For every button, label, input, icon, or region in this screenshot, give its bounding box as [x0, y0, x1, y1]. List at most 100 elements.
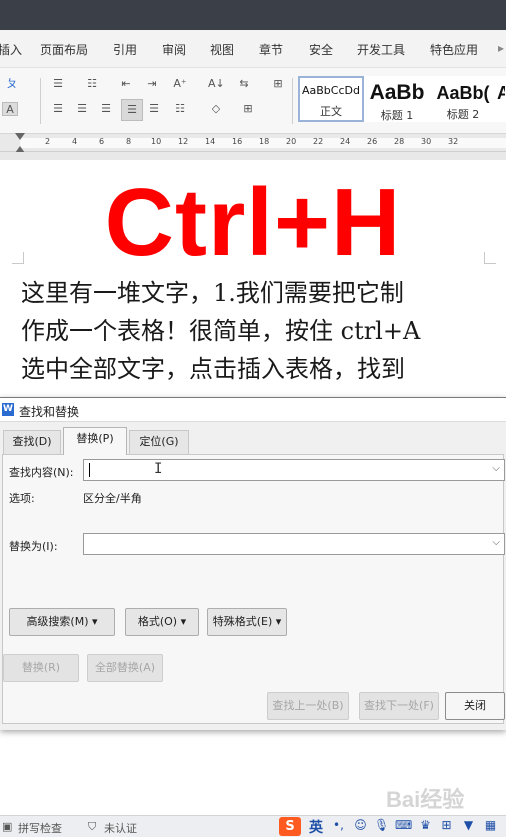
ruler-number: 16: [232, 137, 243, 146]
menu-page-layout[interactable]: 页面布局: [40, 41, 88, 58]
close-button[interactable]: 关闭: [445, 692, 505, 720]
format-button[interactable]: 格式(O) ▾: [125, 608, 199, 636]
ruler-number: 2: [45, 137, 51, 146]
phonetic-guide-icon[interactable]: ㄆ: [4, 77, 20, 91]
advanced-search-label: 高级搜索(M): [26, 615, 89, 628]
replace-tab-panel: 查找内容(N): I ⌵ 选项: 区分全/半角 替换为(I): ⌵ 高级搜索(M…: [2, 454, 505, 724]
ruler-number: 20: [286, 137, 297, 146]
chevron-down-icon[interactable]: ⌵: [492, 463, 500, 474]
numbered-list-icon[interactable]: ☷: [84, 77, 100, 91]
bullet-list-icon[interactable]: ☰: [50, 77, 66, 91]
ruler-number: 18: [259, 137, 270, 146]
text-direction-icon[interactable]: A⁺: [172, 77, 188, 91]
menu-security[interactable]: 安全: [309, 41, 333, 58]
ime-mode-toggle[interactable]: 英: [309, 817, 323, 837]
horizontal-ruler[interactable]: 2 4 6 8 10 12 14 16 18 20 22 24 26 28 30…: [0, 134, 506, 152]
align-right-icon[interactable]: ☰: [98, 102, 114, 116]
shield-icon[interactable]: ⛉: [88, 820, 96, 834]
replace-with-label: 替换为(I):: [9, 540, 58, 553]
shirt-icon[interactable]: ▼: [461, 818, 476, 833]
styles-gallery: AaBbCcDd 正文 AaBb 标题 1 AaBb( 标题 2 A: [298, 76, 506, 122]
align-left-icon[interactable]: ☰: [50, 102, 66, 116]
menu-review[interactable]: 审阅: [162, 41, 186, 58]
show-marks-icon[interactable]: ⇆: [236, 77, 252, 91]
options-label: 选项:: [9, 492, 35, 505]
special-format-button[interactable]: 特殊格式(E) ▾: [207, 608, 287, 636]
window-top-strip: [0, 0, 506, 30]
toolbox-icon[interactable]: ⊞: [439, 818, 454, 833]
options-value: 区分全/半角: [83, 492, 142, 505]
tab-goto[interactable]: 定位(G): [129, 430, 189, 454]
ruler-number: 24: [340, 137, 351, 146]
emoji-icon[interactable]: ☺: [353, 818, 368, 833]
increase-indent-icon[interactable]: ⇥: [144, 77, 160, 91]
replace-all-button[interactable]: 全部替换(A): [87, 654, 163, 682]
special-format-label: 特殊格式(E): [212, 615, 273, 628]
replace-button[interactable]: 替换(R): [3, 654, 79, 682]
skin-icon[interactable]: ♛: [418, 818, 433, 833]
style-normal[interactable]: AaBbCcDd 正文: [298, 76, 364, 122]
document-text-line: 选中全部文字，点击插入表格，找到: [21, 355, 405, 383]
spell-check-icon[interactable]: ▣: [2, 820, 12, 833]
ruler-number: 26: [367, 137, 378, 146]
menu-section[interactable]: 章节: [259, 41, 283, 58]
ruler-number: 6: [99, 137, 105, 146]
menu-developer[interactable]: 开发工具: [357, 41, 405, 58]
advanced-search-button[interactable]: 高级搜索(M) ▾: [9, 608, 115, 636]
dialog-title: 查找和替换: [19, 405, 80, 419]
expand-icon: ▾: [92, 615, 98, 628]
find-what-label: 查找内容(N):: [9, 466, 74, 479]
ruler-number: 14: [205, 137, 216, 146]
shading-icon[interactable]: ◇: [208, 102, 224, 116]
baidu-jingyan-watermark: Bai经验: [386, 787, 465, 812]
grid-icon[interactable]: ▦: [483, 818, 498, 833]
spell-check-label[interactable]: 拼写检查: [18, 820, 62, 836]
find-previous-button[interactable]: 查找上一处(B): [267, 692, 349, 720]
ruler-number: 32: [448, 137, 459, 146]
align-center-icon[interactable]: ☰: [74, 102, 90, 116]
sort-icon[interactable]: A↓: [208, 77, 225, 91]
menu-bar: 插入 页面布局 引用 审阅 视图 章节 安全 开发工具 特色应用 ▸: [0, 30, 506, 68]
tab-find[interactable]: 查找(D): [3, 430, 61, 454]
keyboard-icon[interactable]: ⌨: [395, 818, 412, 833]
chevron-down-icon[interactable]: ⌵: [492, 537, 500, 548]
replace-with-combo[interactable]: ⌵: [83, 533, 505, 555]
style-heading-1[interactable]: AaBb 标题 1: [364, 76, 430, 122]
menu-view[interactable]: 视图: [210, 41, 234, 58]
dropdown-arrow-icon: ▾: [275, 615, 282, 628]
document-text-line: 作成一个表格！很简单，按住 ctrl+A: [21, 317, 421, 345]
first-line-indent-marker[interactable]: [15, 133, 25, 140]
sogou-ime-logo[interactable]: S: [279, 817, 301, 836]
dropdown-arrow-icon: ▾: [180, 615, 187, 628]
decrease-indent-icon[interactable]: ⇤: [118, 77, 134, 91]
dialog-title-bar[interactable]: W 查找和替换: [0, 398, 506, 422]
menu-more-icon[interactable]: ▸: [498, 41, 504, 55]
punctuation-icon[interactable]: •,: [331, 818, 346, 833]
style-more[interactable]: A: [496, 76, 506, 122]
microphone-icon[interactable]: 🎙: [374, 818, 389, 833]
ruler-number: 8: [126, 137, 132, 146]
tab-replace[interactable]: 替换(P): [63, 427, 127, 455]
auth-status-label[interactable]: 未认证: [104, 820, 137, 836]
find-next-button[interactable]: 查找下一处(F): [359, 692, 439, 720]
format-label: 格式(O): [137, 615, 178, 628]
borders-icon[interactable]: ⊞: [240, 102, 256, 116]
document-text-line: 这里有一堆文字，1.我们需要把它制: [21, 279, 404, 307]
justify-button[interactable]: ☰: [121, 99, 143, 121]
style-heading-2[interactable]: AaBb( 标题 2: [430, 76, 496, 122]
ime-toolbar: S 英 •, ☺ 🎙 ⌨ ♛ ⊞ ▼ ▦: [279, 816, 506, 837]
menu-insert[interactable]: 插入: [0, 41, 22, 58]
ribbon-separator: [40, 78, 41, 124]
distributed-align-icon[interactable]: ☰: [146, 102, 162, 116]
paragraph-spacing-icon[interactable]: ☷: [172, 102, 188, 116]
ruler-number: 12: [178, 137, 189, 146]
char-border-icon[interactable]: A: [2, 102, 18, 116]
menu-special-apps[interactable]: 特色应用: [430, 41, 478, 58]
menu-references[interactable]: 引用: [113, 41, 137, 58]
line-spacing-icon[interactable]: ⊞: [270, 77, 286, 91]
ruler-number: 10: [151, 137, 162, 146]
ruler-number: 4: [72, 137, 78, 146]
find-what-combo[interactable]: I ⌵: [83, 459, 505, 481]
wps-writer-icon: W: [2, 403, 14, 416]
find-replace-dialog: W 查找和替换 查找(D) 定位(G) 查找内容(N): I ⌵ 选项: 区分全…: [0, 397, 506, 730]
